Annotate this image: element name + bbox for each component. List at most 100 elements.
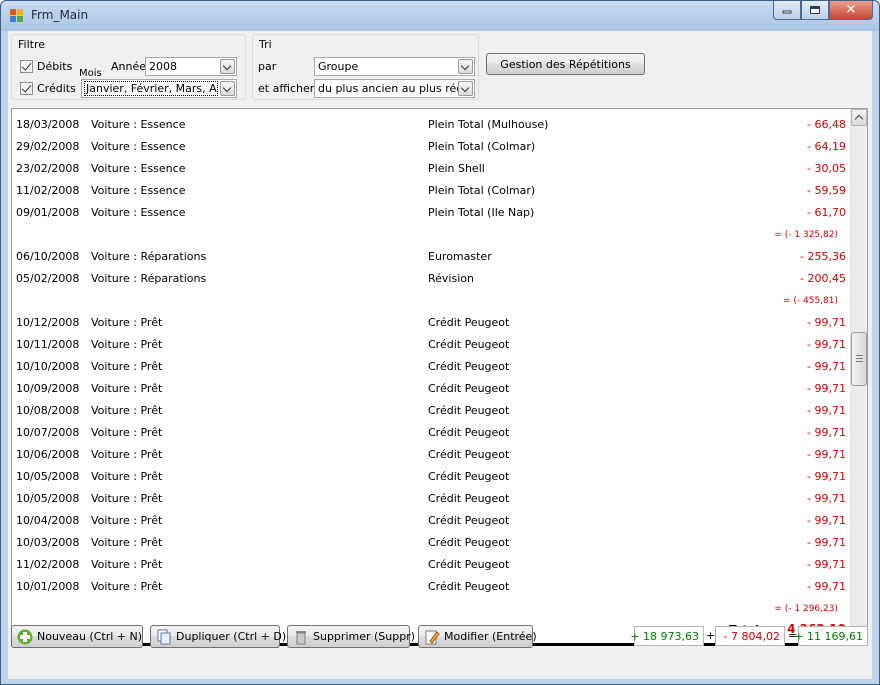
chevron-up-icon bbox=[854, 114, 864, 124]
edit-button[interactable]: Modifier (Entrée) bbox=[418, 625, 537, 648]
copy-icon bbox=[157, 629, 171, 645]
minimize-icon bbox=[782, 10, 792, 14]
row-description: Crédit Peugeot bbox=[428, 338, 510, 351]
row-description: Crédit Peugeot bbox=[428, 404, 510, 417]
sort-group: Tri par et afficher Groupe du plus ancie… bbox=[252, 34, 479, 100]
mois-select[interactable]: Janvier, Février, Mars, A... bbox=[81, 79, 237, 98]
row-date: 10/11/2008 bbox=[16, 338, 80, 351]
table-row[interactable]: 23/02/2008 Voiture : Essence Plein Shell - … bbox=[12, 158, 850, 180]
debits-checkbox[interactable] bbox=[20, 60, 33, 73]
chevron-down-icon[interactable] bbox=[220, 59, 235, 74]
sort-by-select[interactable]: Groupe bbox=[314, 57, 475, 76]
duplicate-button[interactable]: Dupliquer (Ctrl + D) bbox=[150, 625, 286, 648]
subtotal-value: = (- 1 325,82) bbox=[774, 230, 838, 240]
row-amount: - 99,71 bbox=[807, 316, 846, 329]
new-button[interactable]: Nouveau (Ctrl + N) bbox=[11, 625, 143, 648]
row-date: 10/07/2008 bbox=[16, 426, 80, 439]
row-description: Crédit Peugeot bbox=[428, 492, 510, 505]
annee-select[interactable]: 2008 bbox=[145, 57, 237, 76]
row-amount: - 99,71 bbox=[807, 514, 846, 527]
trash-icon bbox=[296, 631, 306, 645]
grip-line bbox=[856, 361, 863, 362]
credits-total-value: + 18 973,63 bbox=[630, 630, 699, 643]
row-description: Plein Total (Colmar) bbox=[428, 140, 536, 153]
row-category: Voiture : Essence bbox=[91, 118, 186, 131]
row-amount: - 99,71 bbox=[807, 580, 846, 593]
table-row[interactable]: 10/05/2008 Voiture : Prêt Crédit Peugeot - … bbox=[12, 488, 850, 510]
table-row[interactable]: 10/03/2008 Voiture : Prêt Crédit Peugeot - … bbox=[12, 532, 850, 554]
client-area: Filtre Débits Crédits Année Mois 2008 Ja… bbox=[8, 31, 872, 679]
row-category: Voiture : Prêt bbox=[91, 404, 163, 417]
row-date: 05/02/2008 bbox=[16, 272, 80, 285]
row-category: Voiture : Essence bbox=[91, 184, 186, 197]
row-description: Crédit Peugeot bbox=[428, 448, 510, 461]
credits-label: Crédits bbox=[37, 82, 76, 95]
row-category: Voiture : Prêt bbox=[91, 338, 163, 351]
row-description: Plein Total (Colmar) bbox=[428, 184, 536, 197]
row-category: Voiture : Essence bbox=[91, 140, 186, 153]
table-row[interactable]: 10/04/2008 Voiture : Prêt Crédit Peugeot - … bbox=[12, 510, 850, 532]
row-date: 10/03/2008 bbox=[16, 536, 80, 549]
table-row[interactable]: 06/10/2008 Voiture : Réparations Euromaste… bbox=[12, 246, 850, 268]
annee-value: 2008 bbox=[149, 60, 177, 73]
subtotal-row: = (- 455,81) bbox=[12, 290, 850, 312]
table-row[interactable]: 18/03/2008 Voiture : Essence Plein Total (… bbox=[12, 114, 850, 136]
close-button[interactable]: ✕ bbox=[829, 1, 873, 20]
scroll-thumb[interactable] bbox=[851, 332, 867, 386]
chevron-down-icon[interactable] bbox=[458, 59, 473, 74]
afficher-label: et afficher bbox=[258, 82, 315, 95]
table-row[interactable]: 10/07/2008 Voiture : Prêt Crédit Peugeot - … bbox=[12, 422, 850, 444]
row-category: Voiture : Réparations bbox=[91, 272, 207, 285]
maximize-icon bbox=[810, 6, 820, 14]
row-description: Crédit Peugeot bbox=[428, 558, 510, 571]
table-row[interactable]: 29/02/2008 Voiture : Essence Plein Total (… bbox=[12, 136, 850, 158]
sort-order-value: du plus ancien au plus récent bbox=[318, 82, 459, 95]
row-amount: - 99,71 bbox=[807, 338, 846, 351]
table-row[interactable]: 10/08/2008 Voiture : Prêt Crédit Peugeot - … bbox=[12, 400, 850, 422]
row-date: 10/10/2008 bbox=[16, 360, 80, 373]
delete-button[interactable]: Supprimer (Suppr) bbox=[287, 625, 415, 648]
row-description: Crédit Peugeot bbox=[428, 382, 510, 395]
row-date: 11/02/2008 bbox=[16, 184, 80, 197]
partial-row-top bbox=[12, 109, 850, 112]
row-amount: - 99,71 bbox=[807, 470, 846, 483]
title-bar[interactable]: Frm_Main ✕ bbox=[1, 1, 879, 31]
row-amount: - 64,19 bbox=[807, 140, 846, 153]
row-category: Voiture : Prêt bbox=[91, 558, 163, 571]
table-row[interactable]: 10/01/2008 Voiture : Prêt Crédit Peugeot - … bbox=[12, 576, 850, 598]
scroll-up-button[interactable] bbox=[851, 109, 867, 126]
chevron-down-icon[interactable] bbox=[458, 81, 473, 96]
chevron-down-icon[interactable] bbox=[220, 81, 235, 96]
table-row[interactable]: 05/02/2008 Voiture : Réparations Révision -… bbox=[12, 268, 850, 290]
subtotal-row: = (- 1 325,82) bbox=[12, 224, 850, 246]
row-amount: - 99,71 bbox=[807, 382, 846, 395]
repetitions-button[interactable]: Gestion des Répétitions bbox=[486, 53, 645, 75]
add-icon bbox=[17, 629, 33, 645]
row-amount: - 255,36 bbox=[800, 250, 846, 263]
row-amount: - 61,70 bbox=[807, 206, 846, 219]
vertical-scrollbar[interactable] bbox=[850, 109, 867, 645]
filter-group: Filtre Débits Crédits Année Mois 2008 Ja… bbox=[11, 34, 246, 100]
balance-total: + 11 169,61 bbox=[794, 626, 868, 646]
row-amount: - 99,71 bbox=[807, 448, 846, 461]
credits-checkbox[interactable] bbox=[20, 82, 33, 95]
table-row[interactable]: 10/11/2008 Voiture : Prêt Crédit Peugeot - … bbox=[12, 334, 850, 356]
duplicate-button-label: Dupliquer (Ctrl + D) bbox=[176, 630, 287, 643]
table-row[interactable]: 10/05/2008 Voiture : Prêt Crédit Peugeot - … bbox=[12, 466, 850, 488]
table-row[interactable]: 10/09/2008 Voiture : Prêt Crédit Peugeot - … bbox=[12, 378, 850, 400]
row-category: Voiture : Essence bbox=[91, 162, 186, 175]
row-date: 06/10/2008 bbox=[16, 250, 80, 263]
row-category: Voiture : Prêt bbox=[91, 360, 163, 373]
table-row[interactable]: 09/01/2008 Voiture : Essence Plein Total (… bbox=[12, 202, 850, 224]
sort-order-select[interactable]: du plus ancien au plus récent bbox=[314, 79, 475, 98]
table-row[interactable]: 10/10/2008 Voiture : Prêt Crédit Peugeot - … bbox=[12, 356, 850, 378]
minimize-button[interactable] bbox=[773, 1, 801, 20]
table-row[interactable]: 11/02/2008 Voiture : Essence Plein Total (… bbox=[12, 180, 850, 202]
table-row[interactable]: 11/02/2008 Voiture : Prêt Crédit Peugeot - … bbox=[12, 554, 850, 576]
transactions-list[interactable]: 18/03/2008 Voiture : Essence Plein Total (… bbox=[11, 108, 868, 646]
table-row[interactable]: 10/12/2008 Voiture : Prêt Crédit Peugeot - … bbox=[12, 312, 850, 334]
table-row[interactable]: 10/06/2008 Voiture : Prêt Crédit Peugeot - … bbox=[12, 444, 850, 466]
filter-group-title: Filtre bbox=[18, 38, 46, 51]
debits-total-value: - 7 804,02 bbox=[723, 630, 780, 643]
maximize-button[interactable] bbox=[801, 1, 829, 20]
